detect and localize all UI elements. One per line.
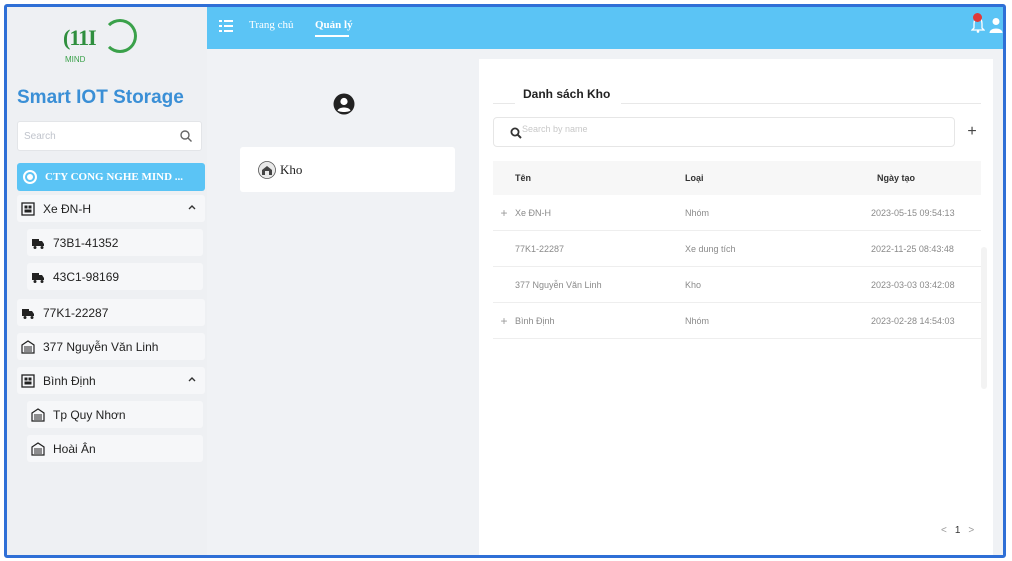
search-icon	[510, 127, 522, 139]
sidebar-tree-label: 43C1-98169	[53, 269, 120, 284]
sidebar-search	[17, 121, 202, 151]
sidebar-tree-item[interactable]: 77K1-22287	[17, 299, 205, 326]
cell-date: 2023-02-28 14:54:03	[871, 315, 955, 326]
table-body: + Xe ĐN-H Nhóm 2023-05-15 09:54:13 77K1-2228…	[493, 195, 981, 339]
cell-type: Nhóm	[685, 207, 710, 218]
sidebar-tree-item[interactable]: 73B1-41352	[27, 229, 203, 256]
warehouse-icon	[31, 407, 45, 422]
column-header-type: Loại	[685, 173, 704, 183]
add-button[interactable]: +	[959, 117, 985, 147]
chevron-up-icon[interactable]	[187, 374, 197, 384]
sidebar-tree-item[interactable]: Tp Quy Nhơn	[27, 401, 203, 428]
warehouse-icon	[31, 441, 45, 456]
company-icon	[23, 170, 37, 184]
sidebar-search-input[interactable]	[18, 122, 168, 150]
chevron-up-icon[interactable]	[187, 202, 197, 212]
warehouse-table: Tên Loại Ngày tạo + Xe ĐN-H Nhóm 2023-05-15…	[493, 161, 981, 339]
sidebar-tree-item[interactable]: Bình Định	[17, 367, 205, 394]
warehouse-list-panel: Danh sách Kho + Tên Loại Ngày tạo +Xe ĐN…	[479, 59, 993, 555]
warehouse-icon	[21, 339, 35, 354]
cell-name: 77K1-22287	[515, 243, 565, 254]
cell-name: Xe ĐN-H	[515, 207, 552, 218]
truck-icon	[21, 306, 35, 320]
pagination: < 1 >	[941, 525, 974, 536]
sidebar-tree-item[interactable]: Xe ĐN-H	[17, 195, 205, 222]
sidebar-tree-item[interactable]: Hoài Ân	[27, 435, 203, 462]
list-search-input[interactable]	[522, 124, 822, 134]
next-page-button[interactable]: >	[968, 525, 974, 536]
top-bar: Trang chủ Quản lý	[207, 7, 1003, 49]
list-title: Danh sách Kho	[523, 87, 611, 101]
logo-subtext: MIND	[65, 55, 86, 64]
sidebar-tree-label: 77K1-22287	[43, 305, 109, 320]
sidebar-tree-label: 73B1-41352	[53, 235, 119, 250]
sidebar: (11I MIND Smart IOT Storage CTY CONG NGH…	[7, 7, 207, 555]
table-header: Tên Loại Ngày tạo	[493, 161, 981, 195]
prev-page-button[interactable]: <	[941, 525, 947, 536]
company-selector[interactable]: CTY CONG NGHE MIND ...	[17, 163, 205, 191]
table-row[interactable]: + Xe ĐN-H Nhóm 2023-05-15 09:54:13	[493, 195, 981, 231]
cell-date: 2023-03-03 03:42:08	[871, 279, 955, 290]
expand-toggle[interactable]: +	[493, 206, 515, 220]
app-title: Smart IOT Storage	[17, 87, 184, 108]
account-circle-icon	[333, 93, 355, 115]
table-row[interactable]: 377 Nguyễn Văn Linh Kho 2023-03-03 03:42:0…	[493, 267, 981, 303]
truck-icon	[31, 236, 45, 250]
nav-home[interactable]: Trang chủ	[249, 19, 294, 31]
search-icon[interactable]	[179, 129, 193, 143]
table-row[interactable]: 77K1-22287 Xe dung tích 2022-11-25 08:43:4…	[493, 231, 981, 267]
sidebar-tree-label: Bình Định	[43, 373, 96, 388]
warehouse-card[interactable]: Kho	[240, 147, 455, 192]
warehouse-icon	[258, 160, 276, 179]
cell-date: 2023-05-15 09:54:13	[871, 207, 955, 218]
nav-manage[interactable]: Quản lý	[315, 19, 353, 31]
company-name: CTY CONG NGHE MIND ...	[45, 171, 184, 183]
user-icon[interactable]	[989, 17, 1003, 33]
cell-type: Nhóm	[685, 315, 710, 326]
sidebar-tree-item[interactable]: 377 Nguyễn Văn Linh	[17, 333, 205, 360]
sidebar-tree-label: 377 Nguyễn Văn Linh	[43, 339, 159, 354]
group-icon	[21, 373, 35, 388]
truck-icon	[31, 270, 45, 284]
column-header-name: Tên	[515, 173, 532, 183]
expand-toggle[interactable]: +	[493, 314, 515, 328]
table-scrollbar[interactable]	[981, 247, 987, 389]
notification-badge	[973, 13, 982, 22]
app-frame: (11I MIND Smart IOT Storage CTY CONG NGH…	[4, 4, 1006, 558]
group-icon	[21, 201, 35, 216]
page-number[interactable]: 1	[955, 525, 961, 536]
logo-text: (11I	[63, 25, 97, 50]
sidebar-tree-label: Xe ĐN-H	[43, 201, 92, 216]
cell-date: 2022-11-25 08:43:48	[871, 243, 954, 254]
cell-type: Xe dung tích	[685, 243, 736, 254]
nav-active-indicator	[315, 35, 349, 37]
table-row[interactable]: + Bình Định Nhóm 2023-02-28 14:54:03	[493, 303, 981, 339]
logo: (11I MIND	[63, 17, 143, 67]
menu-icon[interactable]	[219, 20, 233, 32]
column-header-date: Ngày tạo	[877, 173, 916, 183]
cell-name: Bình Định	[515, 315, 555, 326]
cell-name: 377 Nguyễn Văn Linh	[515, 279, 602, 290]
cell-type: Kho	[685, 279, 702, 290]
sidebar-tree-label: Tp Quy Nhơn	[53, 407, 126, 422]
logo-ring-icon	[103, 19, 137, 53]
sidebar-tree-label: Hoài Ân	[53, 441, 96, 456]
sidebar-tree-item[interactable]: 43C1-98169	[27, 263, 203, 290]
list-search	[493, 117, 955, 147]
warehouse-card-label: Kho	[280, 161, 303, 177]
